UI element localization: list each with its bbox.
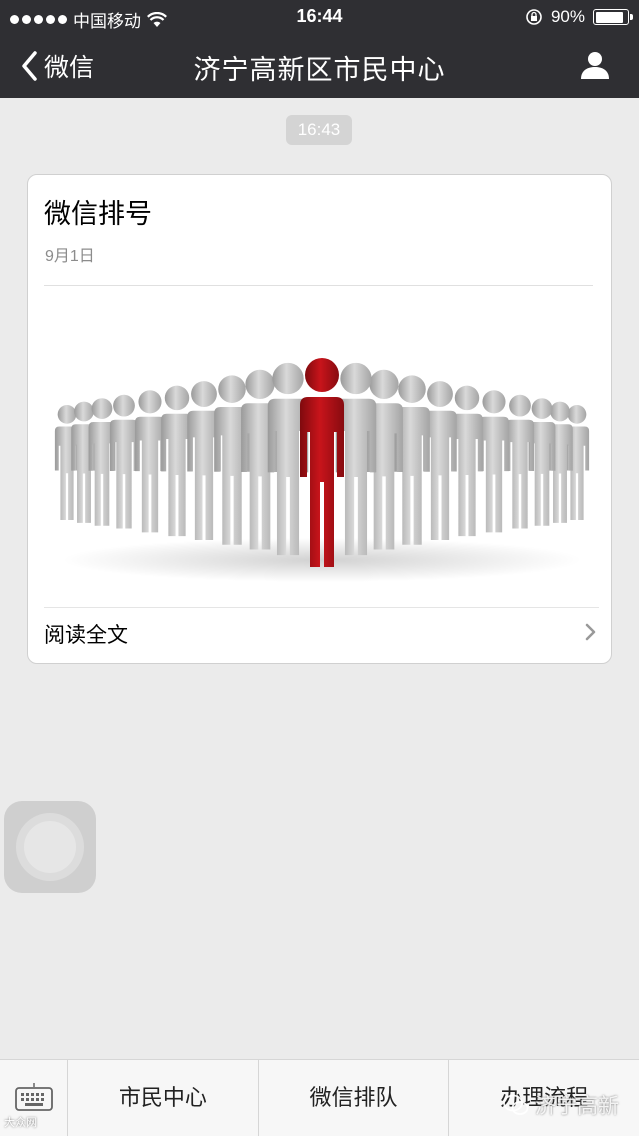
crowd-figure (135, 390, 165, 533)
crowd-figure (54, 405, 80, 520)
battery-percent: 90% (550, 7, 585, 26)
watermark-left-text: 大众网 (4, 1117, 37, 1129)
crowd-figure (300, 358, 344, 567)
crowd-figure (109, 394, 139, 529)
assistive-touch-button[interactable] (4, 801, 96, 893)
battery-icon (593, 9, 633, 25)
message-timestamp: 16:43 (286, 115, 352, 145)
status-bar: 中国移动 16:44 90% (0, 0, 639, 34)
navigation-bar: 中国移动 16:44 90% 微信 济宁高新区市民中心 (0, 0, 639, 98)
article-title: 微信排号 (44, 199, 152, 229)
assistive-touch-center (24, 821, 76, 873)
profile-icon[interactable] (579, 50, 611, 80)
article-cover-image (54, 358, 590, 582)
status-right: 90% (525, 7, 633, 27)
menu-item-wechat-queue[interactable]: 微信排队 (259, 1060, 450, 1136)
article-card[interactable]: 微信排号 9月1日 阅读全文 (27, 174, 612, 664)
menu-item-citizen-center[interactable]: 市民中心 (68, 1060, 259, 1136)
watermark-right: 济宁高新 (503, 1090, 619, 1120)
crowd-figure (564, 405, 590, 520)
crowd-figure (505, 394, 535, 529)
read-full-article-link[interactable]: 阅读全文 (44, 619, 128, 649)
crowd-figure (71, 401, 97, 523)
card-divider (44, 607, 599, 608)
watermark-left: 大众网 (4, 1114, 37, 1130)
page-title: 济宁高新区市民中心 (193, 55, 446, 85)
crowd-figure (547, 401, 573, 523)
battery-level-fill (595, 11, 624, 23)
article-date: 9月1日 (45, 248, 95, 265)
watermark-right-text: 济宁高新 (535, 1095, 619, 1118)
rotation-lock-icon (526, 9, 542, 25)
keyboard-icon (15, 1083, 53, 1111)
card-divider (44, 285, 593, 286)
chevron-right-icon (585, 623, 596, 641)
crowd-figure (479, 390, 509, 533)
wechat-logo-icon (503, 1094, 529, 1115)
